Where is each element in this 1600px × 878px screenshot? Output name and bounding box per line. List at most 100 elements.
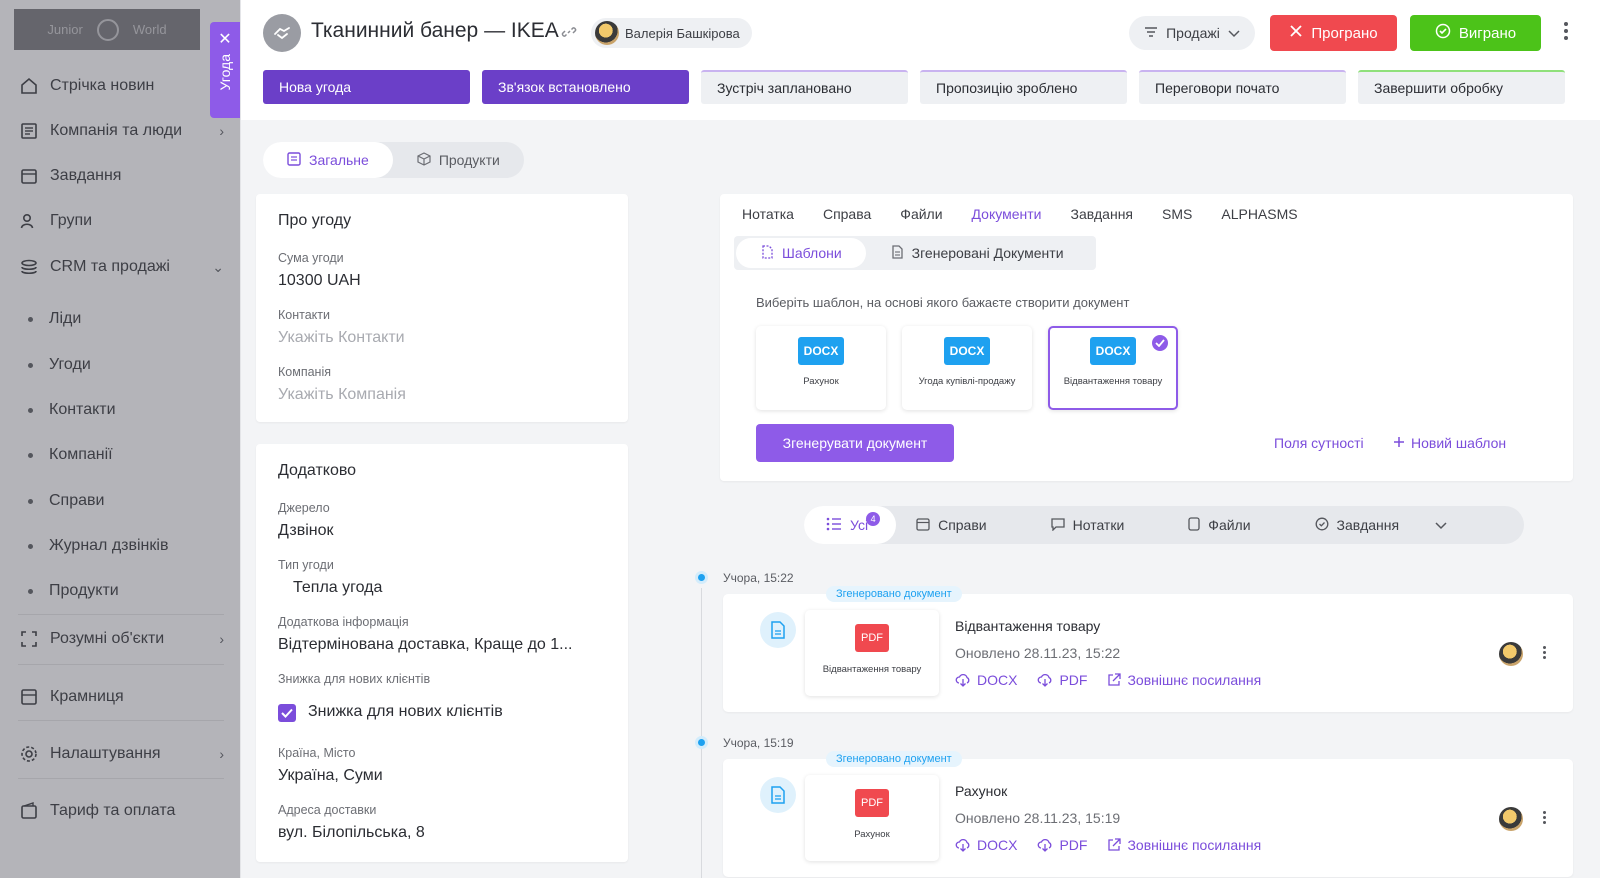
download-pdf-link[interactable]: PDF (1037, 672, 1087, 688)
tab-files[interactable]: Файли (900, 206, 942, 222)
stage-negotiation[interactable]: Переговори почато (1139, 70, 1346, 104)
file-icon (1188, 516, 1200, 534)
stage-label: Переговори почато (1155, 80, 1280, 96)
filter-label: Завдання (1336, 517, 1400, 533)
tab-note[interactable]: Нотатка (742, 206, 794, 222)
view-tabs: Загальне Продукти (263, 142, 524, 178)
won-button[interactable]: Виграно (1410, 15, 1541, 51)
external-link[interactable]: Зовнішнє посилання (1107, 672, 1261, 688)
stage-meeting[interactable]: Зустріч заплановано (701, 70, 908, 104)
contacts-field[interactable]: Укажіть Контакти (278, 329, 405, 347)
link-label: PDF (1059, 837, 1088, 853)
link-icon[interactable] (561, 24, 577, 45)
pipeline-select[interactable]: Продажі (1129, 16, 1255, 50)
check-circle-icon (1435, 23, 1451, 43)
download-docx-link[interactable]: DOCX (955, 837, 1017, 853)
subtab-templates[interactable]: Шаблони (736, 238, 866, 268)
stage-label: Зв'язок встановлено (498, 79, 631, 95)
close-icon[interactable]: ✕ (218, 32, 231, 48)
filter-files[interactable]: Файли (1168, 506, 1270, 544)
list-icon (826, 517, 842, 534)
tab-tasks[interactable]: Завдання (1070, 206, 1133, 222)
source-value[interactable]: Дзвінок (278, 522, 334, 540)
download-pdf-link[interactable]: PDF (1037, 837, 1087, 853)
activity-card: Нотатка Справа Файли Документи Завдання … (720, 194, 1573, 481)
more-menu-icon[interactable] (1561, 22, 1571, 40)
subtab-generated[interactable]: Згенеровані Документи (866, 238, 1088, 268)
external-link[interactable]: Зовнішнє посилання (1107, 837, 1261, 853)
info-value[interactable]: Відтермінована доставка, Краще до 1... (278, 636, 572, 654)
field-label: Додаткова інформація (278, 615, 409, 629)
link-label: DOCX (977, 672, 1018, 688)
sidebar: Junior World Стрічка новин Компанія та л… (0, 0, 240, 878)
pdf-file-name: Рахунок (854, 829, 890, 840)
more-menu-icon[interactable] (1543, 811, 1546, 824)
filter-all[interactable]: Усі 4 (804, 506, 897, 544)
tab-products[interactable]: Продукти (393, 142, 524, 178)
stage-label: Нова угода (279, 79, 352, 95)
discount-checkbox[interactable] (278, 704, 296, 722)
stage-contacted[interactable]: Зв'язок встановлено (482, 70, 689, 104)
event-links: DOCX PDF Зовнішнє посилання (955, 672, 1261, 688)
template-hint: Виберіть шаблон, на основі якого бажаєте… (756, 295, 1130, 310)
count-badge: 4 (866, 512, 881, 526)
filter-notes[interactable]: Нотатки (1031, 506, 1145, 544)
documents-subtabs: Шаблони Згенеровані Документи (734, 236, 1096, 270)
chevron-down-icon[interactable] (1435, 517, 1447, 533)
tab-general[interactable]: Загальне (263, 142, 393, 178)
filter-label: Файли (1208, 517, 1251, 533)
stage-finish[interactable]: Завершити обробку (1358, 70, 1565, 104)
tab-sms[interactable]: SMS (1162, 206, 1192, 222)
timeline-dot (695, 736, 708, 749)
more-menu-icon[interactable] (1543, 646, 1546, 659)
timeline-event: Згенеровано документ PDF Відвантаження т… (723, 586, 1573, 712)
deal-type-value[interactable]: Тепла угода (293, 579, 382, 597)
deal-panel-tab[interactable]: ✕ Угода (210, 22, 240, 118)
cloud-download-icon (955, 838, 970, 852)
stage-label: Зустріч заплановано (717, 80, 852, 96)
city-value[interactable]: Україна, Суми (278, 767, 383, 785)
filter-cases[interactable]: Справи (896, 506, 1007, 544)
pdf-preview[interactable]: PDF Відвантаження товару (805, 610, 939, 696)
deal-header: Тканинний банер — IKEA Валерія Башкірова… (241, 0, 1600, 120)
chevron-down-icon (1228, 25, 1240, 41)
docx-badge: DOCX (798, 337, 844, 365)
card-title: Про угоду (278, 212, 352, 229)
pdf-badge: PDF (855, 624, 889, 652)
generate-document-button[interactable]: Згенерувати документ (756, 424, 954, 462)
avatar (1499, 807, 1523, 831)
stage-proposal[interactable]: Пропозицію зроблено (920, 70, 1127, 104)
template-card-invoice[interactable]: DOCX Рахунок (756, 326, 886, 410)
template-card-shipment[interactable]: DOCX Відвантаження товару (1048, 326, 1178, 410)
external-link-icon (1108, 838, 1122, 851)
template-card-sale-agreement[interactable]: DOCX Угода купівлі-продажу (902, 326, 1032, 410)
download-docx-link[interactable]: DOCX (955, 672, 1017, 688)
pdf-preview[interactable]: PDF Рахунок (805, 775, 939, 861)
event-title: Рахунок (955, 783, 1008, 799)
new-template-link[interactable]: Новий шаблон (1393, 435, 1506, 451)
filter-tasks[interactable]: Завдання (1295, 506, 1468, 544)
tab-case[interactable]: Справа (823, 206, 871, 222)
field-label: Контакти (278, 308, 330, 322)
template-name: Угода купівлі-продажу (918, 376, 1016, 387)
plus-icon (1393, 435, 1405, 451)
check-circle-icon (1315, 517, 1329, 534)
tab-alphasms[interactable]: ALPHASMS (1221, 206, 1297, 222)
stage-new[interactable]: Нова угода (263, 70, 470, 104)
tab-documents[interactable]: Документи (972, 206, 1042, 222)
address-value[interactable]: вул. Білопільська, 8 (278, 824, 425, 842)
owner-chip[interactable]: Валерія Башкірова (591, 18, 752, 48)
company-field[interactable]: Укажіть Компанія (278, 386, 406, 404)
stage-label: Завершити обробку (1374, 80, 1503, 96)
filter-label: Справи (938, 517, 987, 533)
amount-value[interactable]: 10300 UAH (278, 272, 361, 290)
pdf-file-name: Відвантаження товару (822, 664, 922, 675)
discount-value: Знижка для нових клієнтів (308, 703, 503, 720)
deal-panel: Тканинний банер — IKEA Валерія Башкірова… (240, 0, 1600, 878)
docx-badge: DOCX (1090, 337, 1136, 365)
deal-title: Тканинний банер — IKEA (311, 19, 559, 42)
link-label: DOCX (977, 837, 1018, 853)
lost-button[interactable]: Програно (1270, 15, 1397, 51)
subtab-label: Шаблони (782, 245, 842, 261)
entity-fields-link[interactable]: Поля сутності (1274, 435, 1364, 451)
